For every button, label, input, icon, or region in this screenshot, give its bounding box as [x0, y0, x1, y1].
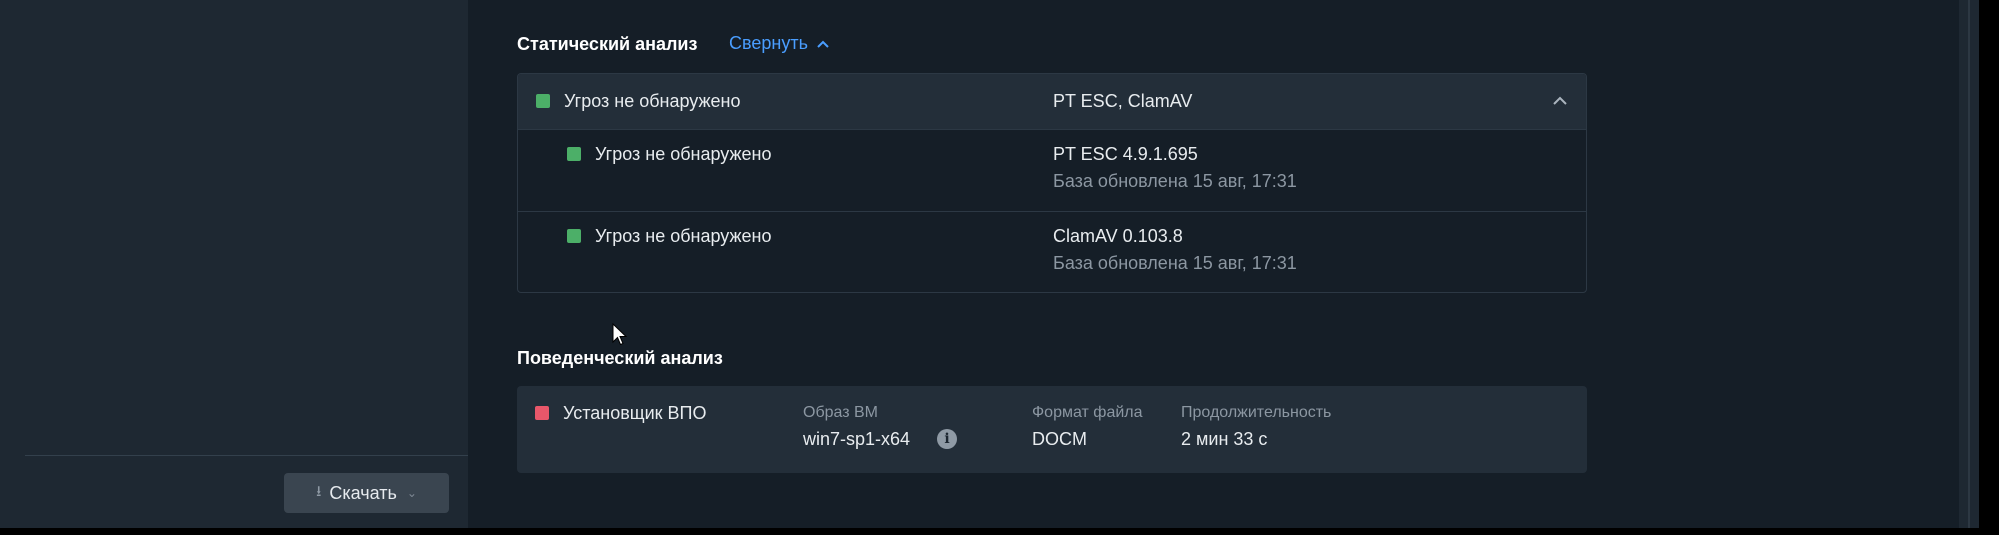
mouse-cursor-icon: [612, 323, 628, 346]
chevron-up-icon[interactable]: [1552, 94, 1568, 106]
behavioral-analysis-title: Поведенческий анализ: [517, 348, 723, 368]
download-icon: ⭳: [316, 482, 322, 500]
bottom-border: [0, 528, 1999, 535]
chevron-down-icon: ⌄: [406, 486, 417, 500]
info-icon[interactable]: i: [937, 429, 957, 449]
collapse-link-label: Свернуть: [729, 33, 808, 53]
collapse-link[interactable]: Свернуть: [729, 33, 830, 54]
summary-engines: PT ESC, ClamAV: [1053, 91, 1193, 111]
static-analysis-title: Статический анализ: [517, 34, 698, 54]
row-divider: [518, 129, 1586, 130]
vm-image-value: win7-sp1-x64: [803, 429, 911, 449]
file-format-value: DOCM: [1032, 429, 1087, 449]
row-divider: [518, 211, 1586, 212]
status-indicator: [567, 147, 581, 161]
verdict-indicator: [535, 406, 549, 420]
chevron-up-icon: [817, 40, 829, 48]
behavioral-verdict: Установщик ВПО: [563, 403, 707, 423]
duration-value: 2 мин 33 с: [1181, 429, 1268, 449]
sidebar-divider: [25, 455, 468, 456]
app-window: ⭳ Скачать ⌄ Статический анализ Свернуть …: [0, 0, 1999, 535]
engine-status: Угроз не обнаружено: [595, 144, 772, 164]
summary-status: Угроз не обнаружено: [564, 91, 741, 111]
static-analysis-panel: Угроз не обнаружено PT ESC, ClamAV Угроз…: [517, 73, 1587, 293]
engine-db-updated: База обновлена 15 авг, 17:31: [1053, 171, 1297, 191]
sidebar: ⭳ Скачать ⌄: [0, 0, 468, 528]
vm-image-label: Образ ВМ: [803, 404, 879, 421]
engine-status: Угроз не обнаружено: [595, 226, 772, 246]
status-indicator: [536, 94, 550, 108]
engine-name: ClamAV 0.103.8: [1053, 226, 1183, 246]
status-indicator: [567, 229, 581, 243]
duration-label: Продолжительность: [1181, 404, 1332, 421]
scrollbar-track[interactable]: [1968, 0, 1970, 528]
file-format-label: Формат файла: [1032, 404, 1143, 421]
download-button-label: Скачать: [329, 482, 397, 503]
engine-name: PT ESC 4.9.1.695: [1053, 144, 1198, 164]
static-summary-row[interactable]: Угроз не обнаружено PT ESC, ClamAV: [518, 74, 1586, 129]
download-button[interactable]: ⭳ Скачать ⌄: [284, 473, 449, 513]
engine-db-updated: База обновлена 15 авг, 17:31: [1053, 253, 1297, 273]
